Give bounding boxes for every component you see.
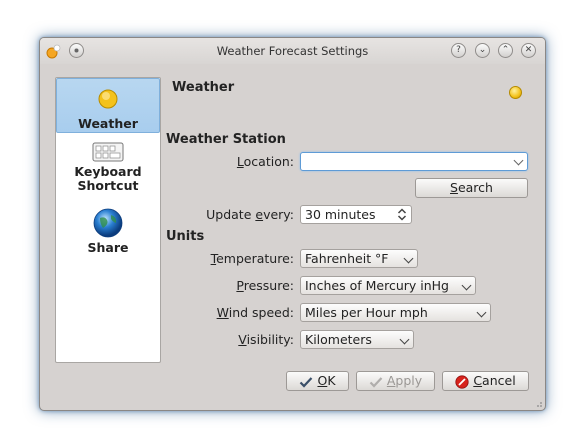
- sidebar-item-label-line1: Keyboard: [74, 164, 142, 179]
- chevron-down-icon: [476, 307, 487, 318]
- close-button[interactable]: ✕: [521, 43, 536, 58]
- visibility-value: Kilometers: [305, 332, 372, 347]
- weather-status-icon: [509, 86, 522, 99]
- maximize-button[interactable]: ⌃: [498, 43, 513, 58]
- checkmark-icon: [300, 376, 313, 388]
- wind-speed-value: Miles per Hour mph: [305, 305, 428, 320]
- chevron-down-icon: [399, 334, 410, 345]
- chevron-down-icon: [513, 155, 524, 166]
- location-combobox[interactable]: [300, 152, 528, 171]
- update-interval-value: 30 minutes: [305, 207, 376, 222]
- sun-icon: [98, 89, 118, 109]
- help-button[interactable]: ?: [451, 43, 466, 58]
- visibility-select[interactable]: Kilometers: [300, 330, 414, 349]
- page-list: Weather Keyboard Shortcut Share: [55, 77, 161, 363]
- page-title: Weather: [172, 80, 235, 95]
- window-title: Weather Forecast Settings: [216, 44, 369, 58]
- sidebar-item-keyboard-shortcut[interactable]: Keyboard Shortcut: [56, 142, 160, 202]
- globe-icon: [93, 208, 123, 238]
- search-button[interactable]: Search: [415, 178, 528, 198]
- pressure-value: Inches of Mercury inHg: [305, 278, 449, 293]
- section-heading-units: Units: [166, 229, 205, 244]
- visibility-label: Visibility:: [238, 332, 294, 347]
- help-icon: ?: [456, 45, 461, 55]
- update-interval-spinbox[interactable]: 30 minutes: [300, 205, 412, 224]
- checkmark-icon: [369, 376, 383, 388]
- spin-arrows-icon[interactable]: [397, 208, 407, 221]
- wind-speed-select[interactable]: Miles per Hour mph: [300, 303, 491, 322]
- settings-window: Weather Forecast Settings ? ⌄ ⌃ ✕ Weathe…: [39, 37, 546, 411]
- pressure-select[interactable]: Inches of Mercury inHg: [300, 276, 476, 295]
- apply-button[interactable]: Apply: [356, 371, 435, 391]
- sidebar-item-label: Share: [87, 240, 129, 255]
- title-bar[interactable]: Weather Forecast Settings ? ⌄ ⌃ ✕: [40, 38, 545, 64]
- update-every-label: Update every:: [206, 207, 294, 222]
- resize-grip-icon[interactable]: [535, 400, 543, 408]
- close-icon: ✕: [524, 45, 533, 55]
- wind-speed-label: Wind speed:: [216, 305, 294, 320]
- chevron-down-icon: [403, 253, 414, 264]
- location-label: Location:: [236, 154, 294, 169]
- keyboard-icon: [92, 142, 124, 162]
- sidebar-item-label-line2: Shortcut: [77, 178, 139, 193]
- minimize-icon: ⌄: [478, 45, 487, 55]
- sidebar-item-weather[interactable]: Weather: [56, 78, 160, 133]
- sidebar-item-label: Weather: [78, 116, 138, 131]
- chevron-down-icon: [461, 280, 472, 291]
- temperature-value: Fahrenheit °F: [305, 251, 389, 266]
- cancel-icon: [455, 374, 469, 389]
- section-heading-weather-station: Weather Station: [166, 132, 286, 147]
- ok-button[interactable]: OK: [286, 371, 349, 391]
- sidebar-item-share[interactable]: Share: [56, 208, 160, 258]
- temperature-label: Temperature:: [210, 251, 294, 266]
- pressure-label: Pressure:: [236, 278, 294, 293]
- cancel-button[interactable]: Cancel: [442, 371, 529, 391]
- minimize-button[interactable]: ⌄: [475, 43, 490, 58]
- temperature-select[interactable]: Fahrenheit °F: [300, 249, 418, 268]
- maximize-icon: ⌃: [501, 45, 510, 55]
